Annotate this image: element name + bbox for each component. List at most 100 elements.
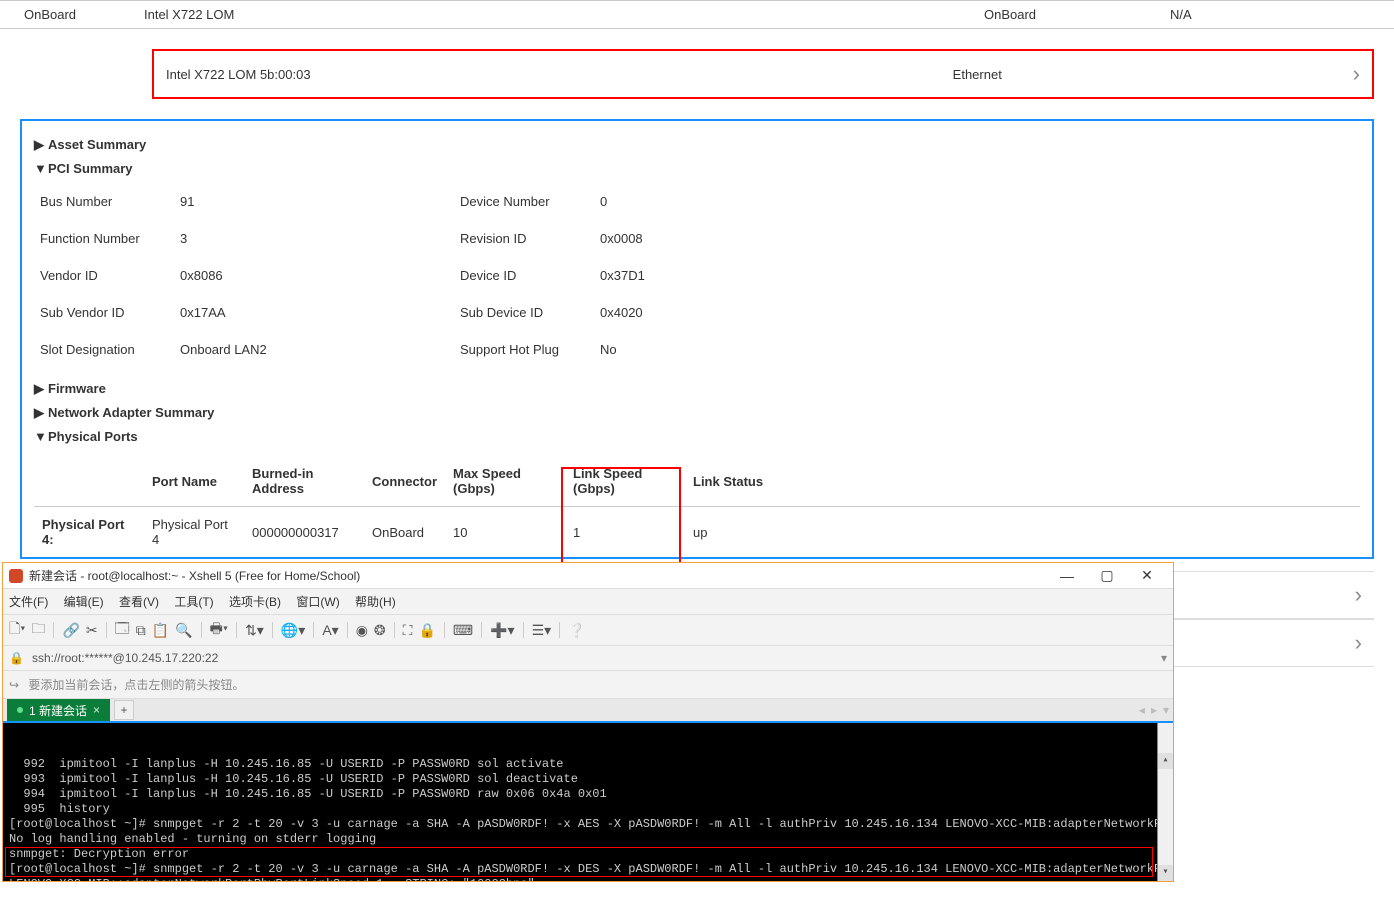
network-adapter-summary-toggle[interactable]: ▶Network Adapter Summary [34, 401, 1360, 425]
open-icon[interactable]: 🗀 [31, 618, 45, 642]
tab-next-icon[interactable]: ▸ [1151, 703, 1157, 717]
firmware-toggle[interactable]: ▶Firmware [34, 377, 1360, 401]
col-link-speed: Link Speed (Gbps) [565, 456, 685, 507]
paste-icon[interactable]: 📋 [152, 622, 169, 639]
physical-ports-toggle[interactable]: ▼Physical Ports [34, 425, 1360, 448]
col-slot: OnBoard [24, 7, 144, 22]
help-icon[interactable]: ❂ [374, 622, 386, 639]
close-button[interactable]: ✕ [1127, 567, 1167, 584]
find-icon[interactable]: 🔍 [175, 622, 192, 639]
function-number-value: 3 [180, 231, 460, 246]
separator [53, 622, 54, 638]
separator [559, 622, 560, 638]
col-status: N/A [1170, 7, 1370, 22]
dropdown-icon[interactable]: ▾ [1161, 651, 1167, 665]
tab-label: 1 新建会话 [29, 702, 87, 719]
separator [201, 622, 202, 638]
adapter-port-type: Ethernet [953, 67, 1353, 82]
vendor-id-label: Vendor ID [40, 268, 180, 283]
revision-id-label: Revision ID [460, 231, 600, 246]
sub-vendor-id-value: 0x17AA [180, 305, 460, 320]
tab-prev-icon[interactable]: ◂ [1139, 703, 1145, 717]
separator [523, 622, 524, 638]
tab-list-icon[interactable]: ▾ [1163, 703, 1169, 717]
separator [106, 622, 107, 638]
adapter-port-row[interactable]: Intel X722 LOM 5b:00:03 Ethernet › [152, 49, 1374, 99]
support-hot-plug-label: Support Hot Plug [460, 342, 600, 357]
vendor-id-value: 0x8086 [180, 268, 460, 283]
transfer-icon[interactable]: ⇅▾ [245, 622, 264, 639]
xshell-addressbar: 🔒 ▾ [3, 646, 1173, 671]
add-window-icon[interactable]: ➕▾ [490, 622, 514, 639]
xshell-hint-bar: ↪ 要添加当前会话，点击左侧的箭头按钮。 [3, 671, 1173, 699]
menu-window[interactable]: 窗口(W) [296, 595, 339, 609]
device-number-value: 0 [600, 194, 800, 209]
scroll-down-icon[interactable]: ▾ [1158, 865, 1173, 881]
separator [313, 622, 314, 638]
disconnect-icon[interactable]: ✂ [86, 622, 98, 639]
lock-icon[interactable]: 🔒 [418, 622, 435, 639]
col-name: Intel X722 LOM [144, 7, 984, 22]
properties-icon[interactable]: 🗔 [115, 618, 130, 642]
menu-edit[interactable]: 编辑(E) [64, 595, 104, 609]
col-port-name: Port Name [144, 456, 244, 507]
col-max-speed: Max Speed (Gbps) [445, 456, 565, 507]
separator [444, 622, 445, 638]
terminal-line: 992 ipmitool -I lanplus -H 10.245.16.85 … [9, 757, 1167, 772]
new-session-icon[interactable]: 🗋▾ [9, 618, 25, 642]
triangle-right-icon: ▶ [34, 381, 48, 397]
menu-file[interactable]: 文件(F) [9, 595, 48, 609]
add-session-arrow-icon[interactable]: ↪ [9, 678, 19, 692]
keyboard-icon[interactable]: ⌨ [453, 622, 473, 639]
new-tab-button[interactable]: + [114, 700, 134, 720]
maximize-button[interactable]: ▢ [1087, 567, 1127, 584]
col-connector: OnBoard [984, 7, 1170, 22]
xshell-window: 新建会话 - root@localhost:~ - Xshell 5 (Free… [2, 562, 1174, 882]
menu-help[interactable]: 帮助(H) [355, 595, 396, 609]
scroll-up-icon[interactable]: ▴ [1158, 753, 1173, 769]
slot-designation-value: Onboard LAN2 [180, 342, 460, 357]
slot-designation-label: Slot Designation [40, 342, 180, 357]
fullscreen-icon[interactable]: ⛶ [403, 622, 413, 639]
adapter-port-name: Intel X722 LOM 5b:00:03 [166, 67, 953, 82]
about-icon[interactable]: ❔ [568, 622, 585, 639]
physical-ports-table: Port Name Burned-in Address Connector Ma… [34, 456, 1360, 557]
terminal-line: [root@localhost ~]# snmpget -r 2 -t 20 -… [9, 817, 1167, 832]
separator [347, 622, 348, 638]
globe-icon[interactable]: 🌐▾ [281, 622, 305, 639]
bus-number-label: Bus Number [40, 194, 180, 209]
terminal-scrollbar[interactable]: ▴ ▾ [1157, 723, 1173, 881]
triangle-right-icon: ▶ [34, 137, 48, 153]
ports-header-row: Port Name Burned-in Address Connector Ma… [34, 456, 1360, 507]
copy-icon[interactable]: ⧉ [136, 622, 146, 639]
device-id-value: 0x37D1 [600, 268, 800, 283]
adapter-detail-panel: ▶Asset Summary ▼PCI Summary Bus Number 9… [20, 119, 1374, 559]
function-number-label: Function Number [40, 231, 180, 246]
address-input[interactable] [30, 650, 1161, 666]
revision-id-value: 0x0008 [600, 231, 800, 246]
terminal-output[interactable]: 992 ipmitool -I lanplus -H 10.245.16.85 … [3, 723, 1173, 881]
separator [394, 622, 395, 638]
minimize-button[interactable]: — [1047, 568, 1087, 584]
menu-tools[interactable]: 工具(T) [174, 595, 213, 609]
menu-view[interactable]: 查看(V) [119, 595, 159, 609]
device-number-label: Device Number [460, 194, 600, 209]
xshell-titlebar[interactable]: 新建会话 - root@localhost:~ - Xshell 5 (Free… [3, 563, 1173, 589]
menu-tab[interactable]: 选项卡(B) [229, 595, 281, 609]
adapter-summary-row: OnBoard Intel X722 LOM OnBoard N/A [0, 0, 1394, 29]
reconnect-icon[interactable]: 🔗 [62, 622, 79, 639]
terminal-line: [root@localhost ~]# snmpget -r 2 -t 20 -… [9, 862, 1167, 877]
terminal-line: 994 ipmitool -I lanplus -H 10.245.16.85 … [9, 787, 1167, 802]
pci-summary-toggle[interactable]: ▼PCI Summary [34, 157, 1360, 180]
color-icon[interactable]: ◉ [356, 622, 368, 639]
layout-icon[interactable]: ☰▾ [532, 622, 552, 639]
triangle-down-icon: ▼ [34, 429, 48, 444]
col-connector: Connector [364, 456, 445, 507]
separator [272, 622, 273, 638]
font-icon[interactable]: A▾ [322, 622, 338, 639]
print-icon[interactable]: 🖶▾ [210, 618, 228, 642]
session-tab[interactable]: 1 新建会话 × [7, 699, 110, 721]
tab-close-icon[interactable]: × [93, 703, 100, 717]
asset-summary-toggle[interactable]: ▶Asset Summary [34, 133, 1360, 157]
terminal-line: 995 history [9, 802, 1167, 817]
